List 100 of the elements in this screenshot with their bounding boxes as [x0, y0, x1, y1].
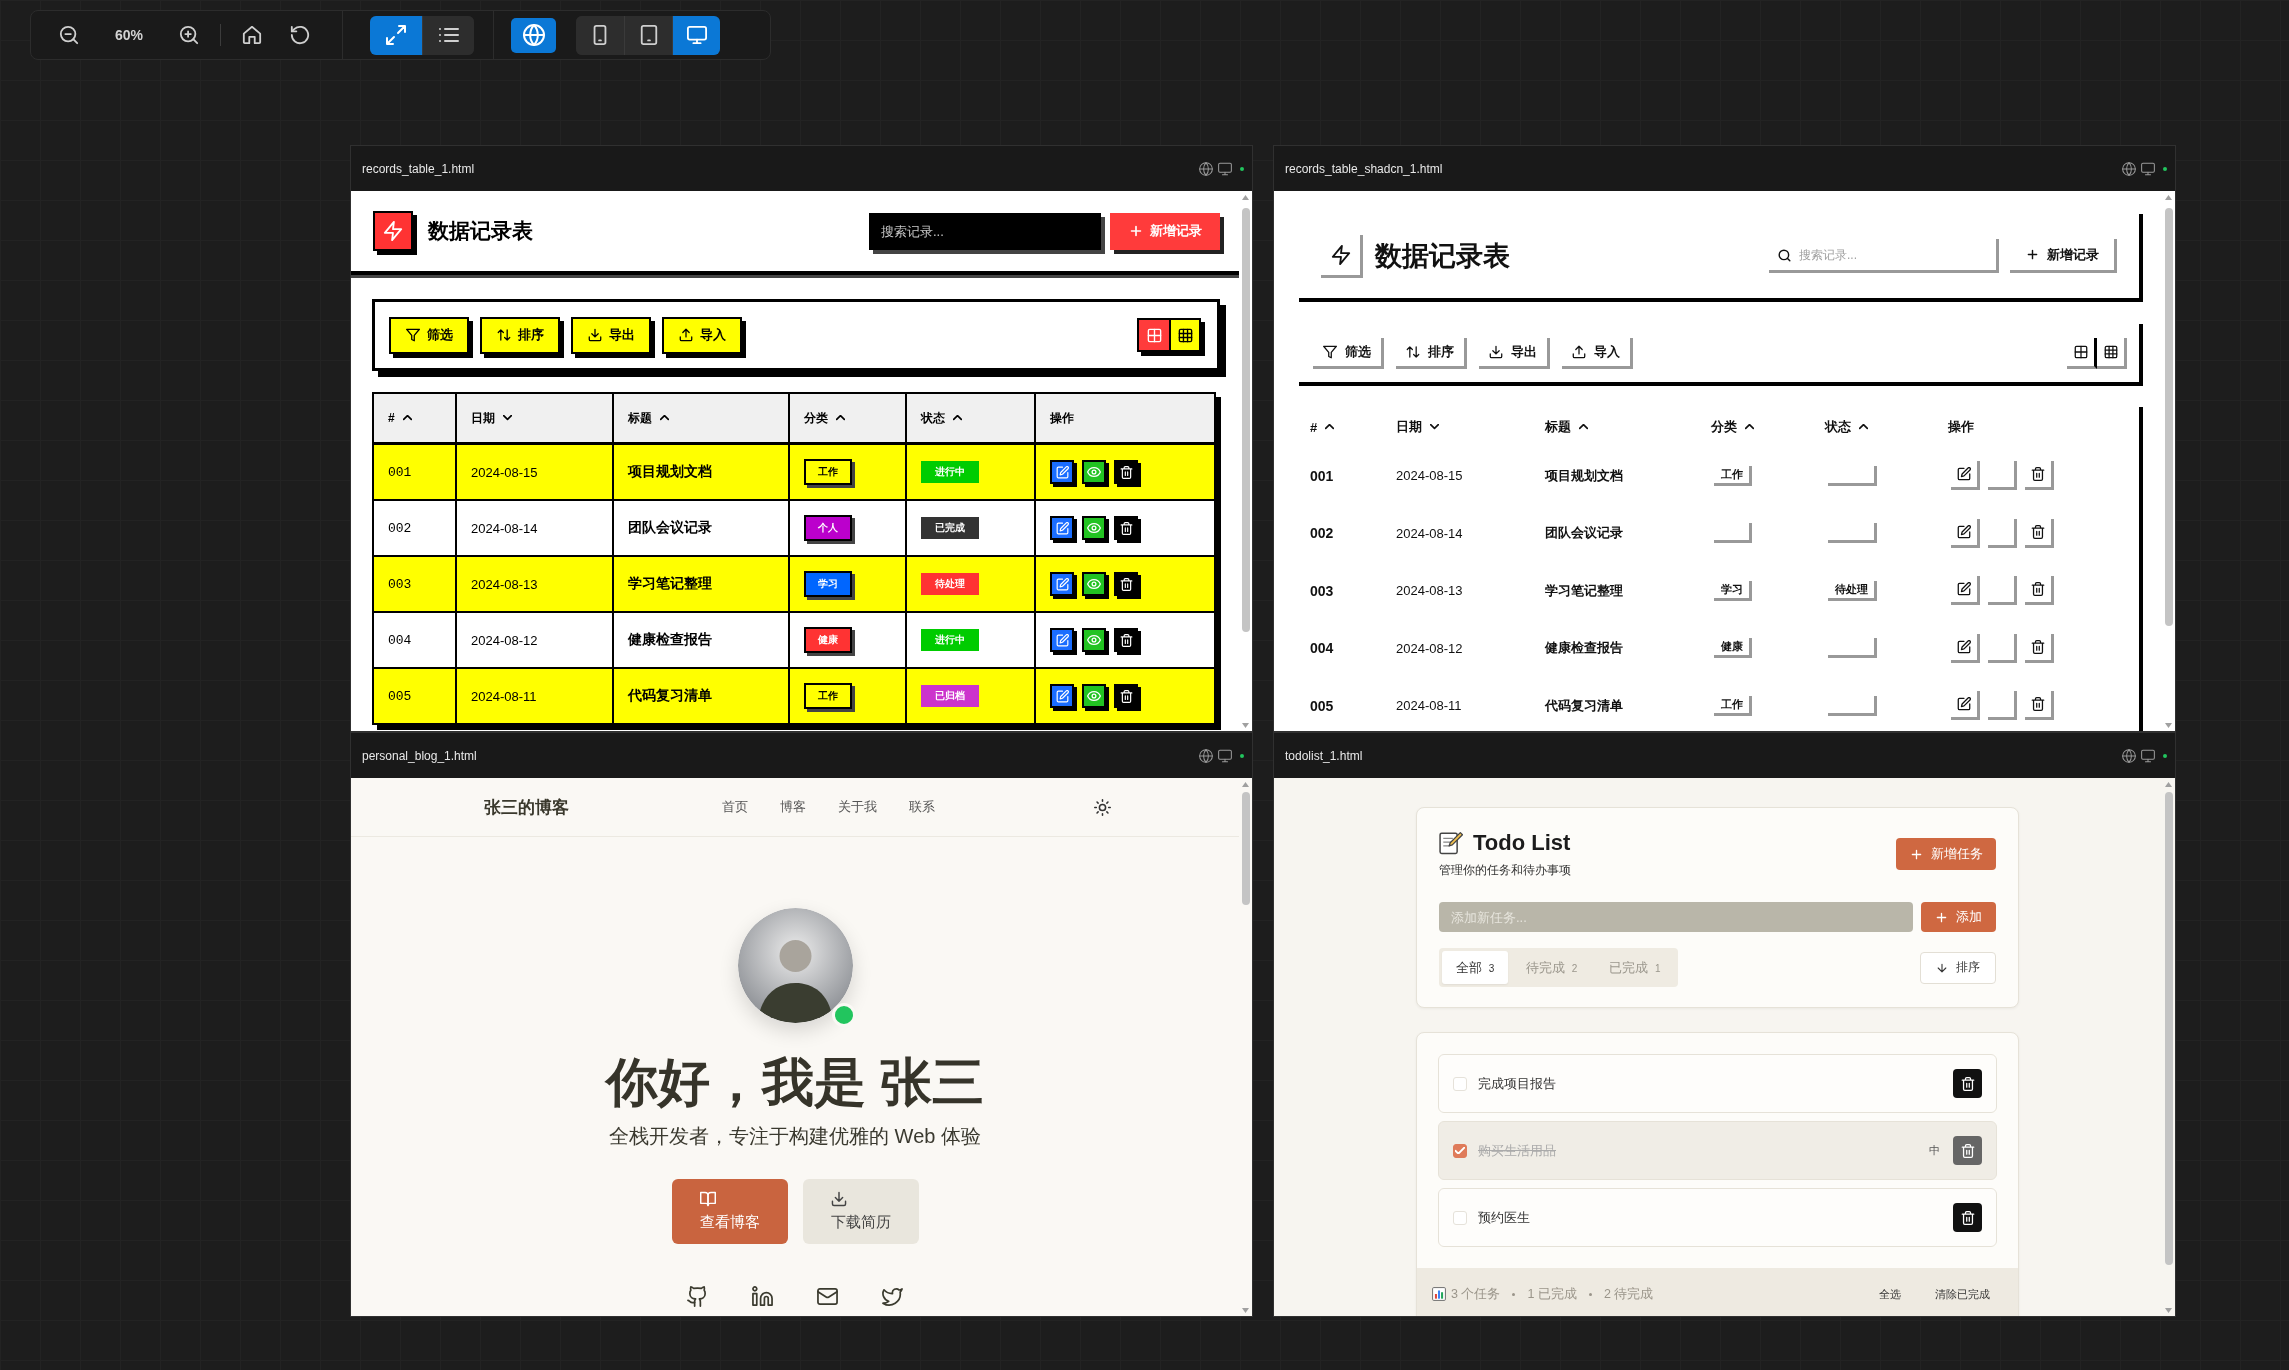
list-view-button[interactable]	[422, 15, 474, 55]
add-record-button[interactable]: 新增记录	[2010, 239, 2117, 273]
hero-button[interactable]: 下载简历	[802, 1179, 919, 1244]
trash-icon	[1119, 521, 1133, 535]
category-badge: 个人	[804, 515, 852, 541]
github-icon[interactable]	[687, 1286, 708, 1307]
status-badge: 已归档	[921, 685, 979, 707]
column-header[interactable]: 日期	[1385, 418, 1534, 436]
new-task-button[interactable]: 新增任务	[1896, 838, 1996, 870]
edit-button[interactable]	[1050, 572, 1074, 596]
sort-button[interactable]: 排序	[1396, 337, 1467, 369]
monitor-icon[interactable]	[1218, 161, 1232, 176]
trash-icon	[1119, 633, 1133, 647]
task-text: 完成项目报告	[1478, 1074, 1557, 1093]
lightning-icon	[1321, 234, 1363, 278]
view-button[interactable]	[1082, 460, 1106, 484]
file-name: records_table_1.html	[362, 161, 475, 176]
edit-button[interactable]	[1050, 516, 1074, 540]
nav-link[interactable]: 博客	[780, 798, 806, 816]
scrollbar-thumb[interactable]	[2164, 792, 2173, 1265]
delete-button[interactable]	[1114, 628, 1138, 652]
delete-button[interactable]	[1114, 460, 1138, 484]
page-title: 数据记录表	[1375, 240, 1510, 273]
view-button[interactable]	[1082, 628, 1106, 652]
delete-button[interactable]	[1953, 1203, 1982, 1232]
delete-button[interactable]	[1953, 1069, 1982, 1098]
checkbox[interactable]	[1453, 1143, 1467, 1158]
status-badge: 已完成	[921, 517, 979, 539]
zoom-out-icon[interactable]	[59, 25, 79, 45]
status-dot-icon	[2163, 166, 2167, 171]
search-field[interactable]: 搜索记录...	[1769, 239, 1999, 273]
monitor-icon[interactable]	[2141, 161, 2155, 176]
globe-icon[interactable]	[1199, 748, 1213, 763]
monitor-icon[interactable]	[1218, 748, 1232, 763]
column-header[interactable]: 状态	[1814, 418, 1937, 436]
memo-icon	[1439, 831, 1463, 855]
edit-button[interactable]	[1050, 628, 1074, 652]
edit-icon	[1055, 689, 1069, 703]
scroll-down-icon[interactable]	[2165, 723, 2172, 728]
reload-icon[interactable]	[290, 25, 310, 45]
column-header[interactable]: 操作	[1036, 394, 1214, 442]
view-button[interactable]	[1082, 684, 1106, 708]
scrollbar-thumb[interactable]	[1241, 792, 1250, 905]
zoom-in-icon[interactable]	[179, 25, 199, 45]
trash-icon	[1960, 1143, 1975, 1158]
scrollbar-thumb[interactable]	[1241, 208, 1250, 632]
delete-button[interactable]	[1114, 516, 1138, 540]
home-icon[interactable]	[242, 25, 262, 45]
view-button[interactable]	[1082, 572, 1106, 596]
twitter-icon[interactable]	[882, 1286, 903, 1307]
globe-icon[interactable]	[1199, 161, 1213, 176]
add-button[interactable]: 添加	[1921, 902, 1996, 932]
edit-icon	[1957, 697, 1971, 712]
task-text: 预约医生	[1478, 1208, 1531, 1227]
edit-button[interactable]	[1050, 460, 1074, 484]
hero-button[interactable]: 查看博客	[671, 1179, 788, 1244]
nav-link[interactable]: 联系	[909, 798, 935, 816]
priority-label: 中	[1929, 1143, 1940, 1158]
delete-button[interactable]	[1114, 684, 1138, 708]
column-header[interactable]: 操作	[1937, 418, 2139, 436]
nav-link[interactable]: 首页	[722, 798, 748, 816]
select-all-button[interactable]: 全选	[1879, 1286, 1901, 1302]
scroll-down-icon[interactable]	[1242, 723, 1249, 728]
table-cell-text: 健康检查报告	[1543, 639, 1624, 658]
table-cell: 005	[374, 669, 457, 723]
desktop-button[interactable]	[672, 15, 720, 55]
filter-icon	[1323, 344, 1337, 359]
column-header[interactable]: 分类	[1700, 418, 1814, 436]
view-button[interactable]	[1082, 516, 1106, 540]
filter-button[interactable]: 筛选	[1313, 337, 1384, 369]
filter-tab[interactable]: 全部 3	[1442, 951, 1509, 984]
export-button[interactable]: 导出	[1479, 337, 1550, 369]
mail-icon[interactable]	[817, 1286, 838, 1307]
edit-icon	[1055, 577, 1069, 591]
fit-view-button[interactable]	[370, 15, 422, 55]
column-header[interactable]: #	[1299, 419, 1385, 435]
scrollbar-thumb[interactable]	[2164, 208, 2173, 626]
edit-button[interactable]	[1050, 684, 1074, 708]
column-header[interactable]: 标题	[1534, 418, 1700, 436]
page-title: 数据记录表	[428, 218, 533, 244]
trash-icon	[2031, 697, 2045, 712]
delete-button[interactable]	[1114, 572, 1138, 596]
grid-view-button[interactable]	[2097, 337, 2127, 369]
search-field[interactable]: 搜索记录...	[869, 212, 1101, 250]
sun-icon[interactable]	[1094, 798, 1111, 816]
scroll-up-icon[interactable]	[1242, 195, 1249, 200]
globe-icon[interactable]	[2122, 161, 2136, 176]
clear-completed-button[interactable]: 清除已完成	[1935, 1286, 1990, 1302]
sort-button[interactable]: 排序	[1920, 951, 1996, 984]
linkedin-icon[interactable]	[752, 1286, 773, 1307]
download-icon	[830, 1191, 847, 1207]
status-badge: 待处理	[1828, 580, 1877, 601]
globe-icon[interactable]	[2122, 748, 2136, 763]
globe-button[interactable]	[511, 17, 556, 53]
table-cell-text: 2024-08-14	[1395, 525, 1464, 541]
nav-link[interactable]: 关于我	[838, 798, 877, 816]
monitor-icon[interactable]	[2141, 748, 2155, 763]
scroll-up-icon[interactable]	[2165, 195, 2172, 200]
grid-view-button[interactable]	[1169, 320, 1199, 350]
import-button[interactable]: 导入	[1562, 337, 1633, 369]
